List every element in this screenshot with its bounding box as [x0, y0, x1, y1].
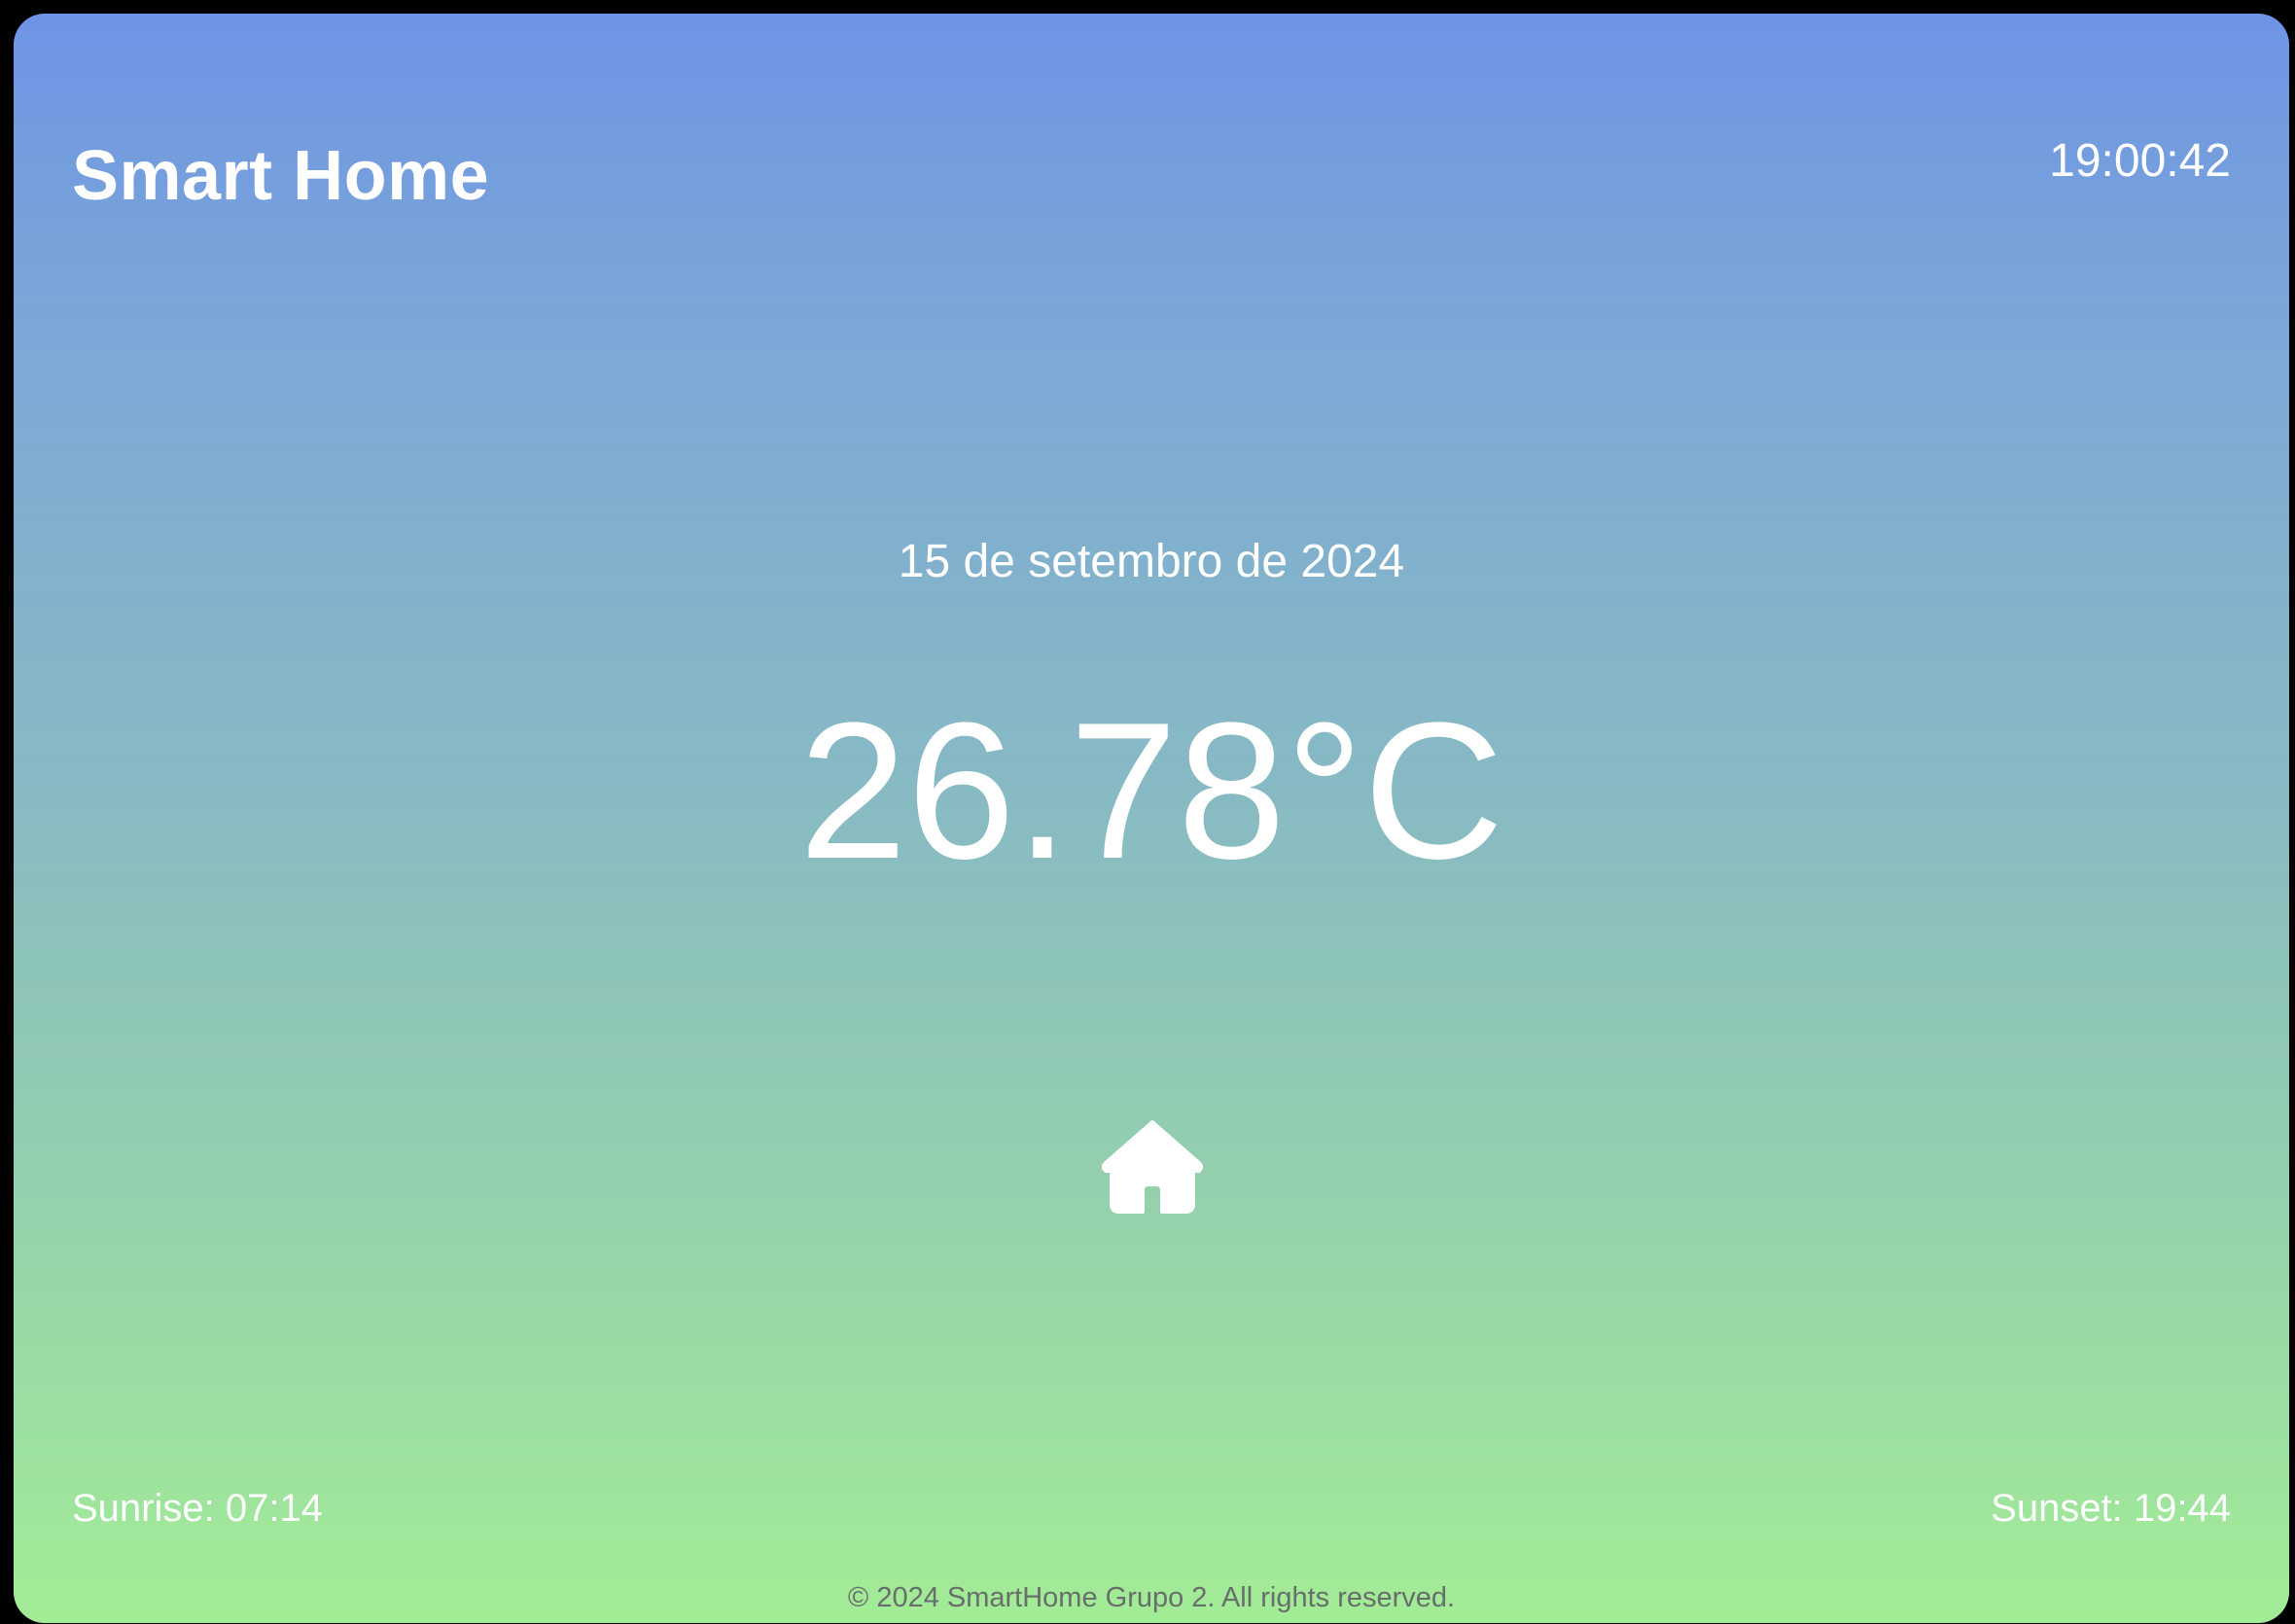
clock-display: 19:00:42	[2049, 135, 2231, 187]
home-icon[interactable]	[1098, 1112, 1207, 1221]
home-icon-svg	[1102, 1120, 1203, 1214]
temperature-display: 26.78°C	[798, 683, 1504, 900]
footer-copyright: © 2024 SmartHome Grupo 2. All rights res…	[847, 1582, 1456, 1613]
sunrise-time: Sunrise: 07:14	[72, 1487, 323, 1530]
app-title: Smart Home	[72, 137, 490, 215]
smart-home-screen: Smart Home 19:00:42 15 de setembro de 20…	[14, 14, 2289, 1623]
date-display: 15 de setembro de 2024	[898, 536, 1405, 587]
sunset-time: Sunset: 19:44	[1991, 1487, 2231, 1530]
